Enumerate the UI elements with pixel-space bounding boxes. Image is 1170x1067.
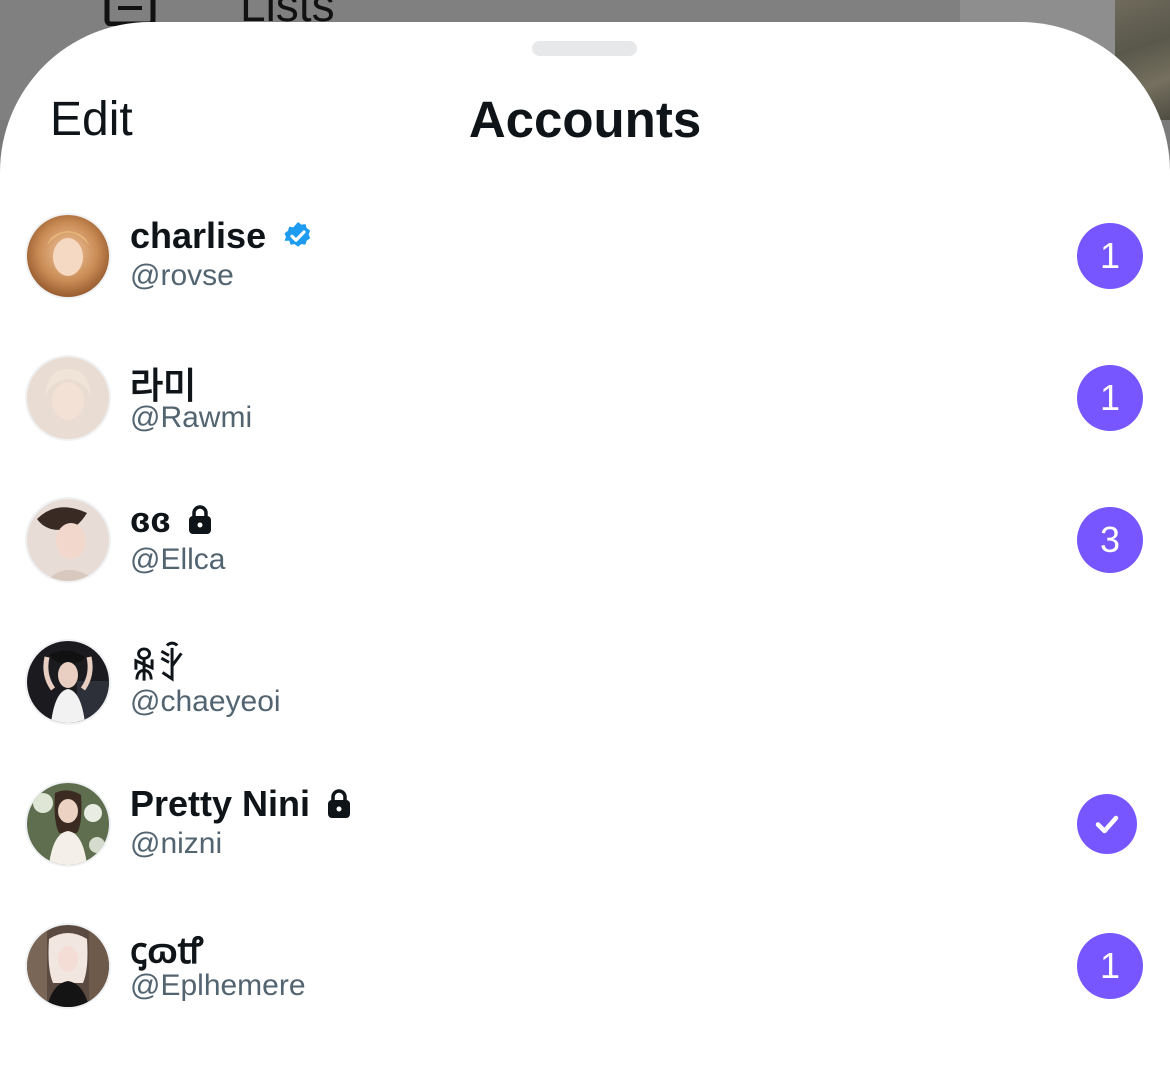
lock-icon <box>326 788 352 820</box>
unread-count-badge: 1 <box>1077 223 1143 289</box>
checkmark-icon <box>1077 794 1137 854</box>
unread-count-badge: 1 <box>1077 933 1143 999</box>
account-row-chaeyeoi[interactable]: ꆜꇫ @chaeyeoi <box>0 621 1170 763</box>
avatar <box>27 925 109 1007</box>
account-row-eplhemere[interactable]: ꞔɷꝷ @Eplhemere 1 <box>0 905 1170 1047</box>
lock-icon <box>187 504 213 536</box>
verified-badge-icon <box>282 220 314 252</box>
avatar <box>27 499 109 581</box>
display-name: ꆜꇫ <box>130 647 187 688</box>
account-row-rawmi[interactable]: 라미 @Rawmi 1 <box>0 337 1170 479</box>
display-name: ꞔɷꝷ <box>130 930 204 971</box>
avatar <box>27 641 109 723</box>
unread-count-badge: 1 <box>1077 365 1143 431</box>
avatar <box>27 357 109 439</box>
account-row-rovse[interactable]: charlise @rovse 1 <box>0 195 1170 337</box>
avatar <box>27 783 109 865</box>
account-list: charlise @rovse 1 라미 @Rawmi 1 ɞɞ @Ellca … <box>0 195 1170 1047</box>
sheet-title: Accounts <box>468 91 702 148</box>
account-handle: @chaeyeoi <box>130 685 281 718</box>
account-handle: @nizni <box>130 827 223 860</box>
display-name: Pretty Nini <box>130 783 352 825</box>
account-handle: @Rawmi <box>130 401 253 434</box>
display-name: charlise <box>130 215 314 257</box>
avatar <box>27 215 109 297</box>
sheet-grabber-handle[interactable] <box>532 41 637 56</box>
account-row-nizni[interactable]: Pretty Nini @nizni <box>0 763 1170 905</box>
unread-count-badge: 3 <box>1077 507 1143 573</box>
account-row-ellca[interactable]: ɞɞ @Ellca 3 <box>0 479 1170 621</box>
display-name: ɞɞ <box>130 499 213 541</box>
account-handle: @Eplhemere <box>130 969 306 1002</box>
account-handle: @rovse <box>130 259 234 292</box>
account-handle: @Ellca <box>130 543 226 576</box>
accounts-sheet: Edit Accounts charlise @rovse 1 라미 @Rawm… <box>0 22 1170 1067</box>
